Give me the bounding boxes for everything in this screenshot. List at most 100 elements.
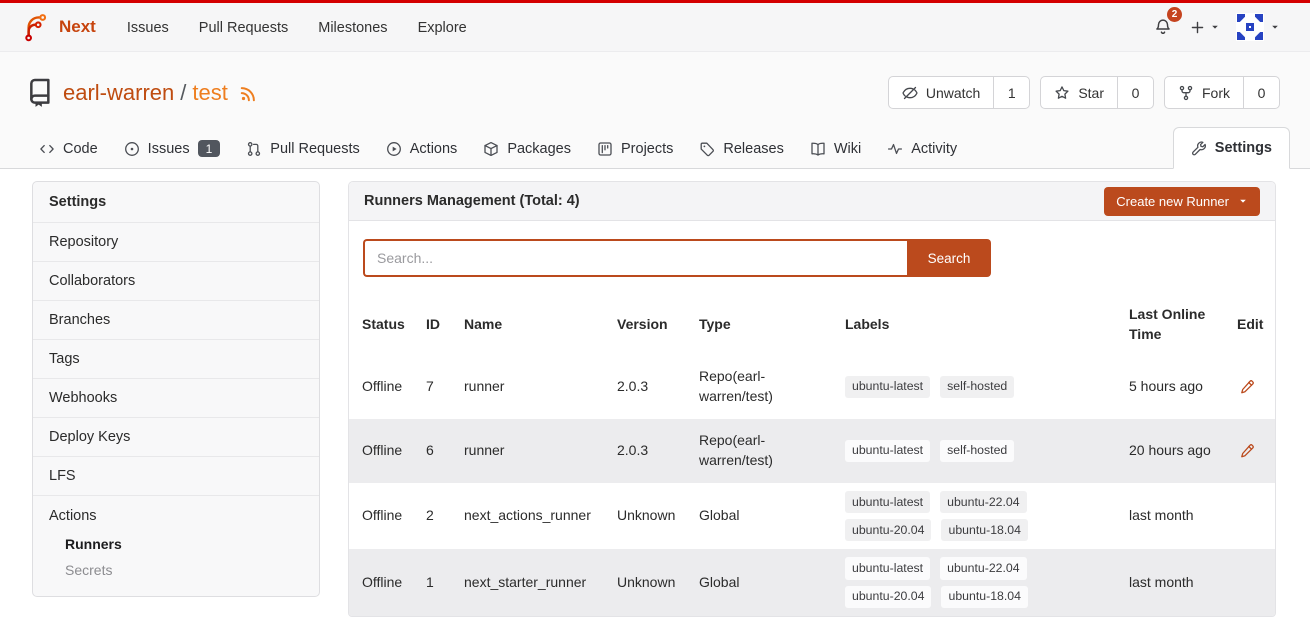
sidebar-item-lfs[interactable]: LFS [33,457,319,496]
tag-icon [699,141,715,157]
column-header-id: ID [413,295,451,355]
fork-count[interactable]: 0 [1243,77,1279,108]
create-new-dropdown[interactable] [1188,16,1222,39]
star-button[interactable]: Star [1041,77,1117,108]
repo-owner-link[interactable]: earl-warren [63,80,174,106]
repo-name-link[interactable]: test [192,80,227,106]
nav-item-pull-requests[interactable]: Pull Requests [184,12,303,44]
pencil-icon [1239,379,1255,395]
search-button[interactable]: Search [907,239,991,277]
label-chip: self-hosted [940,376,1014,398]
repo-tabbar: Code Issues 1 Pull Requests Actions Pack… [0,125,1310,169]
column-header-labels: Labels [832,295,1116,355]
runner-edit-cell [1224,549,1276,615]
sidebar-item-webhooks[interactable]: Webhooks [33,379,319,418]
sidebar-item-branches[interactable]: Branches [33,301,319,340]
tab-releases[interactable]: Releases [686,130,796,168]
table-row: Offline 1 next_starter_runner Unknown Gl… [349,549,1276,615]
sidebar-item-collaborators[interactable]: Collaborators [33,262,319,301]
settings-sidebar: Settings RepositoryCollaboratorsBranches… [32,181,320,597]
column-header-edit: Edit [1224,295,1276,355]
sidebar-item-deploy-keys[interactable]: Deploy Keys [33,418,319,457]
repo-book-icon [26,78,53,108]
nav-item-explore[interactable]: Explore [403,12,482,44]
activity-pulse-icon [887,141,903,157]
runner-status: Offline [349,419,413,483]
nav-item-issues[interactable]: Issues [112,12,184,44]
repo-tabs-right: Settings [1173,127,1290,168]
runner-version: 2.0.3 [604,419,686,483]
tab-label: Releases [723,141,783,157]
fork-button[interactable]: Fork [1165,77,1243,108]
tab-packages[interactable]: Packages [470,130,584,168]
runner-last-online: 20 hours ago [1116,419,1224,483]
sidebar-item-runners[interactable]: Runners [33,531,319,557]
runner-version: 2.0.3 [604,355,686,419]
search-group: Search [363,239,991,277]
runner-edit-cell [1224,483,1276,549]
user-avatar [1236,13,1264,41]
runner-edit-cell [1224,419,1276,483]
eye-slash-icon [902,85,918,101]
sidebar-item-secrets[interactable]: Secrets [33,557,319,583]
star-label: Star [1078,85,1104,101]
edit-runner-button[interactable] [1237,377,1257,397]
create-new-runner-label: Create new Runner [1116,194,1229,209]
repo-path-separator: / [180,80,186,106]
user-menu-dropdown[interactable] [1236,13,1280,41]
runner-status: Offline [349,549,413,615]
chevron-down-icon [1238,196,1248,206]
runner-last-online: last month [1116,483,1224,549]
column-header-last-online-time: Last Online Time [1116,295,1224,355]
tab-pull-requests[interactable]: Pull Requests [233,130,372,168]
label-chip: ubuntu-latest [845,557,930,579]
sidebar-item-repository[interactable]: Repository [33,223,319,262]
home-brand-link[interactable]: Next [20,11,96,43]
label-chip: ubuntu-20.04 [845,519,931,541]
notifications-button[interactable]: 2 [1152,14,1174,40]
tab-label: Activity [911,141,957,157]
star-count[interactable]: 0 [1117,77,1153,108]
tab-settings[interactable]: Settings [1173,127,1290,169]
unwatch-button[interactable]: Unwatch [889,77,993,108]
label-chip: ubuntu-latest [845,376,930,398]
pencil-icon [1239,443,1255,459]
panel-title: Runners Management (Total: 4) [364,193,580,209]
runner-id: 1 [413,549,451,615]
tab-wiki[interactable]: Wiki [797,130,874,168]
code-icon [39,141,55,157]
create-new-runner-button[interactable]: Create new Runner [1104,187,1260,216]
unwatch-button-group: Unwatch 1 [888,76,1030,109]
notification-count-badge: 2 [1167,7,1182,22]
search-input[interactable] [363,239,907,277]
forgejo-logo-icon [20,11,50,43]
sidebar-item-actions[interactable]: Actions [33,507,319,531]
runners-panel: Runners Management (Total: 4) Create new… [348,181,1276,617]
runner-id: 2 [413,483,451,549]
rss-feed-icon[interactable] [239,83,259,103]
nav-item-milestones[interactable]: Milestones [303,12,402,44]
runner-name: runner [451,419,604,483]
tab-label: Wiki [834,141,861,157]
tab-code[interactable]: Code [26,130,111,168]
runner-name: next_starter_runner [451,549,604,615]
runner-status: Offline [349,483,413,549]
tab-actions[interactable]: Actions [373,130,471,168]
label-chip: ubuntu-22.04 [940,491,1026,513]
tab-projects[interactable]: Projects [584,130,686,168]
repo-action-buttons: Unwatch 1 Star 0 Fork 0 [888,76,1280,109]
table-row: Offline 7 runner 2.0.3 Repo(earl-warren/… [349,355,1276,419]
sidebar-item-tags[interactable]: Tags [33,340,319,379]
edit-runner-button[interactable] [1237,441,1257,461]
tab-label: Code [63,141,98,157]
page-content: Settings RepositoryCollaboratorsBranches… [0,169,1310,617]
actions-play-icon [386,141,402,157]
unwatch-label: Unwatch [926,85,980,101]
tab-activity[interactable]: Activity [874,130,970,168]
unwatch-count[interactable]: 1 [993,77,1029,108]
label-chip: self-hosted [940,440,1014,462]
sidebar-items: RepositoryCollaboratorsBranchesTagsWebho… [33,223,319,496]
tab-issues[interactable]: Issues 1 [111,129,234,168]
fork-icon [1178,85,1194,101]
tab-label: Pull Requests [270,141,359,157]
